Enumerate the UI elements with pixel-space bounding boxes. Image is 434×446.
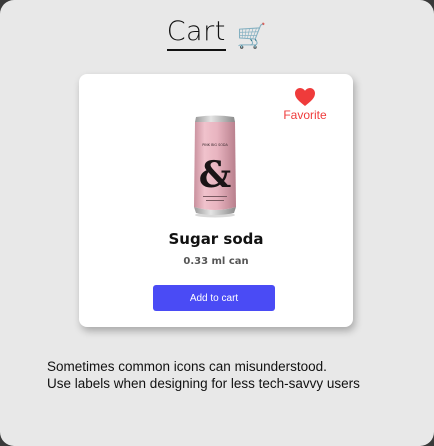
add-to-cart-button[interactable]: Add to cart [153, 285, 275, 311]
product-name: Sugar soda [168, 230, 264, 248]
page-title-text: Cart [166, 16, 226, 51]
page-title: Cart 🛒 [0, 16, 434, 51]
can-logo: & [199, 154, 232, 196]
product-image: PINK BIG SODA & [191, 114, 239, 218]
caption-line-1: Sometimes common icons can misunderstood… [47, 359, 327, 374]
favorite-label: Favorite [283, 108, 327, 122]
favorite-toggle[interactable]: Favorite [275, 88, 335, 122]
heart-icon [295, 88, 315, 106]
product-card: Favorite PINK BIG SODA & Sugar soda 0.33… [79, 74, 353, 327]
caption: Sometimes common icons can misunderstood… [47, 358, 427, 392]
cart-icon: 🛒 [236, 22, 268, 50]
product-size: 0.33 ml can [183, 256, 249, 267]
app-frame: Cart 🛒 Favorite PINK BIG SODA & Sugar so… [0, 0, 434, 446]
can-brand-text: PINK BIG SODA [202, 143, 228, 147]
caption-line-2: Use labels when designing for less tech-… [47, 376, 360, 391]
